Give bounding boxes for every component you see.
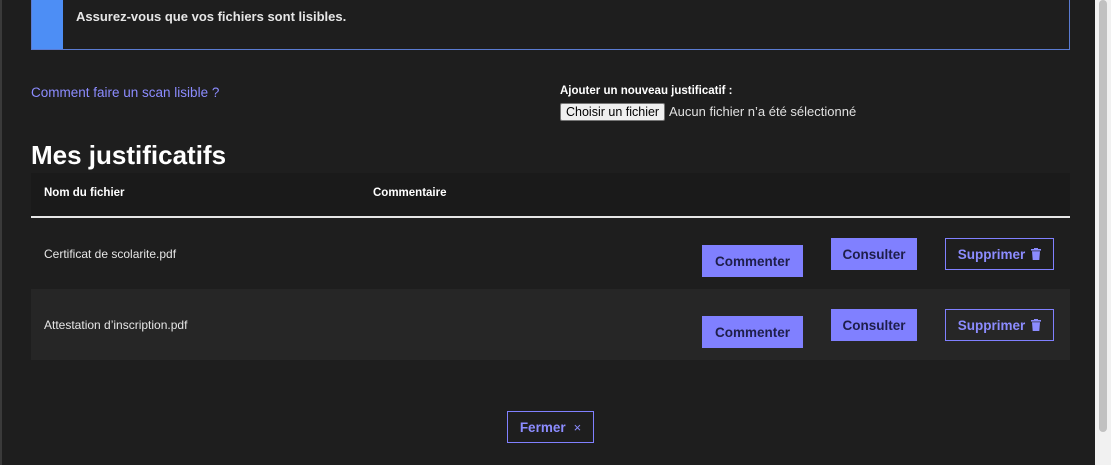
comment-button[interactable]: Commenter [702, 245, 803, 277]
file-status: Aucun fichier n’a été sélectionné [669, 104, 857, 119]
info-notice: Assurez-vous que vos fichiers sont lisib… [31, 0, 1070, 50]
delete-button[interactable]: Supprimer [945, 309, 1054, 341]
choose-file-button[interactable]: Choisir un fichier [560, 103, 666, 121]
modal-panel: Assurez-vous que vos fichiers sont lisib… [0, 0, 1095, 465]
table-row: Certificat de scolarite.pdf Commenter Co… [31, 218, 1070, 289]
close-button[interactable]: Fermer × [507, 411, 594, 443]
table-header: Nom du fichier Commentaire [31, 173, 1070, 218]
delete-button[interactable]: Supprimer [945, 238, 1054, 270]
scrollbar-thumb[interactable] [1099, 0, 1107, 432]
upload-label: Ajouter un nouveau justificatif : [560, 85, 733, 97]
section-title: Mes justificatifs [31, 140, 227, 170]
notice-accent-bar [32, 0, 63, 49]
view-button[interactable]: Consulter [831, 238, 917, 270]
delete-button-label: Supprimer [957, 246, 1026, 262]
trash-icon [1031, 319, 1042, 331]
row-filename: Certificat de scolarite.pdf [44, 247, 177, 261]
comment-button[interactable]: Commenter [702, 316, 803, 348]
view-button[interactable]: Consulter [831, 309, 917, 341]
trash-icon [1031, 248, 1042, 260]
close-button-label: Fermer [519, 419, 566, 435]
scan-help-link[interactable]: Comment faire un scan lisible ? [31, 85, 219, 100]
row-filename: Attestation d’inscription.pdf [44, 318, 188, 332]
notice-text: Assurez-vous que vos fichiers sont lisib… [76, 9, 347, 24]
close-icon: × [573, 419, 582, 435]
delete-button-label: Supprimer [957, 317, 1026, 333]
column-header-comment: Commentaire [373, 187, 447, 199]
column-header-filename: Nom du fichier [44, 187, 125, 199]
table-row: Attestation d’inscription.pdf Commenter … [31, 289, 1070, 360]
